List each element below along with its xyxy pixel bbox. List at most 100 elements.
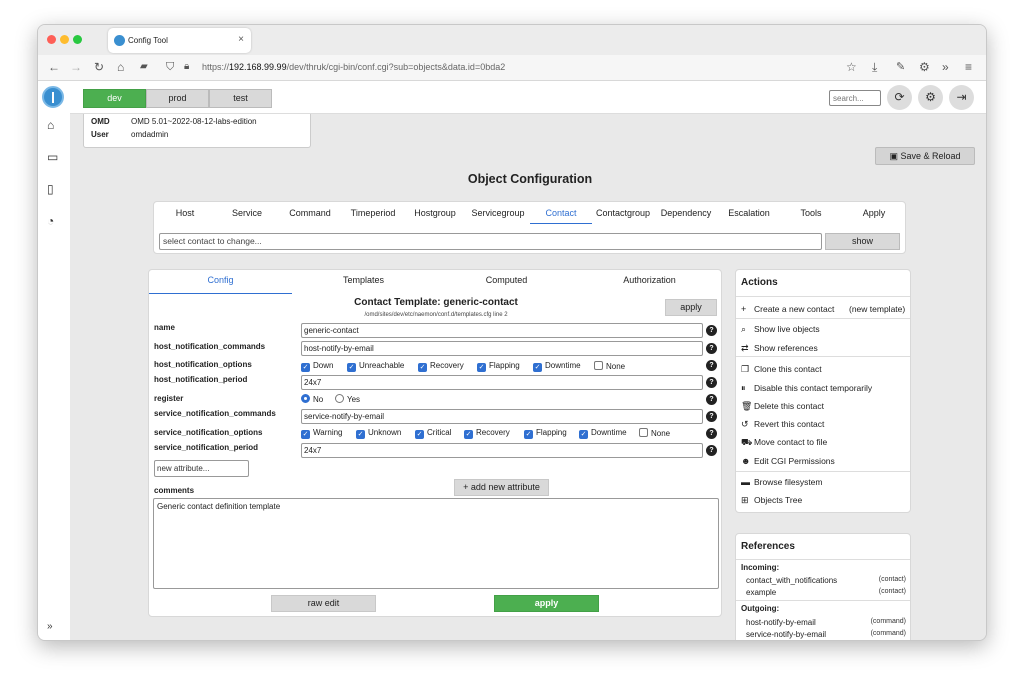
tab-tools[interactable]: Tools xyxy=(780,208,842,218)
checkbox-critical[interactable]: ✓ Critical xyxy=(415,428,451,439)
show-references-action[interactable]: ⇄ Show references xyxy=(741,343,818,354)
radio-register-yes[interactable]: Yes xyxy=(335,394,360,404)
new-attribute-input[interactable]: new attribute... xyxy=(154,460,249,477)
checkbox-unknown[interactable]: ✓ Unknown xyxy=(356,428,401,439)
download-icon[interactable]: ⤓ xyxy=(872,60,877,74)
checkbox-none[interactable]: None xyxy=(594,361,625,371)
gear-icon[interactable]: ⚙ xyxy=(918,85,943,110)
monitor-icon[interactable]: ▭ xyxy=(47,150,58,164)
checkbox-down[interactable]: ✓ Down xyxy=(301,361,333,372)
radio-register-no[interactable]: No xyxy=(301,394,323,404)
extension-icon[interactable]: ▰ xyxy=(140,60,148,74)
apply-button[interactable]: apply xyxy=(494,595,599,612)
clone-contact-action[interactable]: ❐ Clone this contact xyxy=(741,364,822,375)
tab-escalation[interactable]: Escalation xyxy=(718,208,780,218)
tab-dependency[interactable]: Dependency xyxy=(655,208,717,218)
browse-filesystem-action[interactable]: ▬ Browse filesystem xyxy=(741,477,823,487)
tab-servicegroup[interactable]: Servicegroup xyxy=(467,208,529,218)
contact-select[interactable]: select contact to change... xyxy=(159,233,822,250)
close-window-icon[interactable] xyxy=(47,35,56,44)
outgoing-ref-link[interactable]: host-notify-by-email xyxy=(746,618,816,627)
shield-icon[interactable]: ⛉ xyxy=(166,60,174,74)
new-template-link[interactable]: (new template) xyxy=(849,304,905,314)
service-notification-commands-field[interactable]: service-notify-by-email xyxy=(301,409,703,424)
subtab-computed[interactable]: Computed xyxy=(435,275,578,285)
checkbox-warning[interactable]: ✓ Warning xyxy=(301,428,343,439)
show-live-objects-action[interactable]: ⌕ Show live objects xyxy=(741,324,820,335)
wrench-icon[interactable]: ✎ xyxy=(896,60,905,74)
host-notification-commands-field[interactable]: host-notify-by-email xyxy=(301,341,703,356)
checkbox-none[interactable]: None xyxy=(639,428,670,438)
apply-top-button[interactable]: apply xyxy=(665,299,717,316)
tab-hostgroup[interactable]: Hostgroup xyxy=(404,208,466,218)
env-tab-test[interactable]: test xyxy=(209,89,272,108)
tab-close-icon[interactable]: × xyxy=(238,34,244,45)
add-attribute-button[interactable]: + add new attribute xyxy=(454,479,549,496)
checkbox-recovery[interactable]: ✓ Recovery xyxy=(464,428,510,439)
subtab-templates[interactable]: Templates xyxy=(292,275,435,285)
home-icon[interactable]: ⌂ xyxy=(47,118,54,132)
help-icon[interactable]: ? xyxy=(706,394,717,405)
incoming-ref-link[interactable]: example xyxy=(746,588,776,597)
tab-command[interactable]: Command xyxy=(279,208,341,218)
help-icon[interactable]: ? xyxy=(706,411,717,422)
revert-contact-action[interactable]: ↺ Revert this contact xyxy=(741,419,824,430)
logout-icon[interactable]: ⇥ xyxy=(949,85,974,110)
service-notification-period-field[interactable]: 24x7 xyxy=(301,443,703,458)
tab-contact[interactable]: Contact xyxy=(530,208,592,224)
back-icon[interactable]: ← xyxy=(48,60,60,74)
thruk-logo-icon[interactable] xyxy=(42,86,64,108)
env-tab-dev[interactable]: dev xyxy=(83,89,146,108)
raw-edit-button[interactable]: raw edit xyxy=(271,595,376,612)
move-contact-action[interactable]: ⛟ Move contact to file xyxy=(741,437,827,449)
checkbox-unreachable[interactable]: ✓ Unreachable xyxy=(347,361,404,372)
checkbox-flapping[interactable]: ✓ Flapping xyxy=(524,428,567,439)
menu-icon[interactable]: ≡ xyxy=(965,60,972,74)
settings-icon[interactable]: ⚙ xyxy=(919,60,930,74)
reload-icon[interactable]: ↻ xyxy=(94,60,104,74)
expand-sidebar-icon[interactable]: » xyxy=(47,621,53,632)
host-notification-period-field[interactable]: 24x7 xyxy=(301,375,703,390)
url-bar[interactable]: https://192.168.99.99/dev/thruk/cgi-bin/… xyxy=(202,62,505,72)
checkbox-recovery[interactable]: ✓ Recovery xyxy=(418,361,464,372)
bookmark-star-icon[interactable]: ☆ xyxy=(846,60,857,74)
subtab-config[interactable]: Config xyxy=(149,275,292,285)
disable-contact-action[interactable]: ⏸ Disable this contact temporarily xyxy=(741,383,872,394)
comments-textarea[interactable]: Generic contact definition template xyxy=(153,498,719,589)
delete-contact-action[interactable]: 🗑︎ Delete this contact xyxy=(741,401,824,412)
maximize-window-icon[interactable] xyxy=(73,35,82,44)
tab-timeperiod[interactable]: Timeperiod xyxy=(342,208,404,218)
overflow-chevron-icon[interactable]: » xyxy=(942,60,949,74)
lock-icon[interactable]: 🔒︎ xyxy=(184,60,189,74)
objects-tree-action[interactable]: ⊞ Objects Tree xyxy=(741,495,802,506)
home-icon[interactable]: ⌂ xyxy=(117,60,124,74)
gauge-icon[interactable]: ◔ xyxy=(47,214,54,228)
create-contact-action[interactable]: + Create a new contact (new template) xyxy=(741,304,905,314)
edit-cgi-permissions-action[interactable]: ☻ Edit CGI Permissions xyxy=(741,456,835,466)
help-icon[interactable]: ? xyxy=(706,445,717,456)
help-icon[interactable]: ? xyxy=(706,360,717,371)
help-icon[interactable]: ? xyxy=(706,377,717,388)
incoming-ref-link[interactable]: contact_with_notifications xyxy=(746,576,837,585)
refresh-icon[interactable]: ⟳ xyxy=(887,85,912,110)
help-icon[interactable]: ? xyxy=(706,428,717,439)
tab-host[interactable]: Host xyxy=(154,208,216,218)
forward-icon[interactable]: → xyxy=(70,60,82,74)
checkbox-flapping[interactable]: ✓ Flapping xyxy=(477,361,520,372)
checkbox-downtime[interactable]: ✓ Downtime xyxy=(579,428,627,439)
browser-tab[interactable]: Config Tool × xyxy=(108,28,251,53)
checkbox-downtime[interactable]: ✓ Downtime xyxy=(533,361,581,372)
outgoing-ref-link[interactable]: service-notify-by-email xyxy=(746,630,826,639)
tab-service[interactable]: Service xyxy=(216,208,278,218)
name-field[interactable]: generic-contact xyxy=(301,323,703,338)
help-icon[interactable]: ? xyxy=(706,325,717,336)
search-input[interactable] xyxy=(829,90,881,106)
subtab-authorization[interactable]: Authorization xyxy=(578,275,721,285)
tab-apply[interactable]: Apply xyxy=(843,208,905,218)
help-icon[interactable]: ? xyxy=(706,343,717,354)
tab-contactgroup[interactable]: Contactgroup xyxy=(592,208,654,218)
env-tab-prod[interactable]: prod xyxy=(146,89,209,108)
minimize-window-icon[interactable] xyxy=(60,35,69,44)
show-button[interactable]: show xyxy=(825,233,900,250)
save-reload-button[interactable]: ▣ Save & Reload xyxy=(875,147,975,165)
